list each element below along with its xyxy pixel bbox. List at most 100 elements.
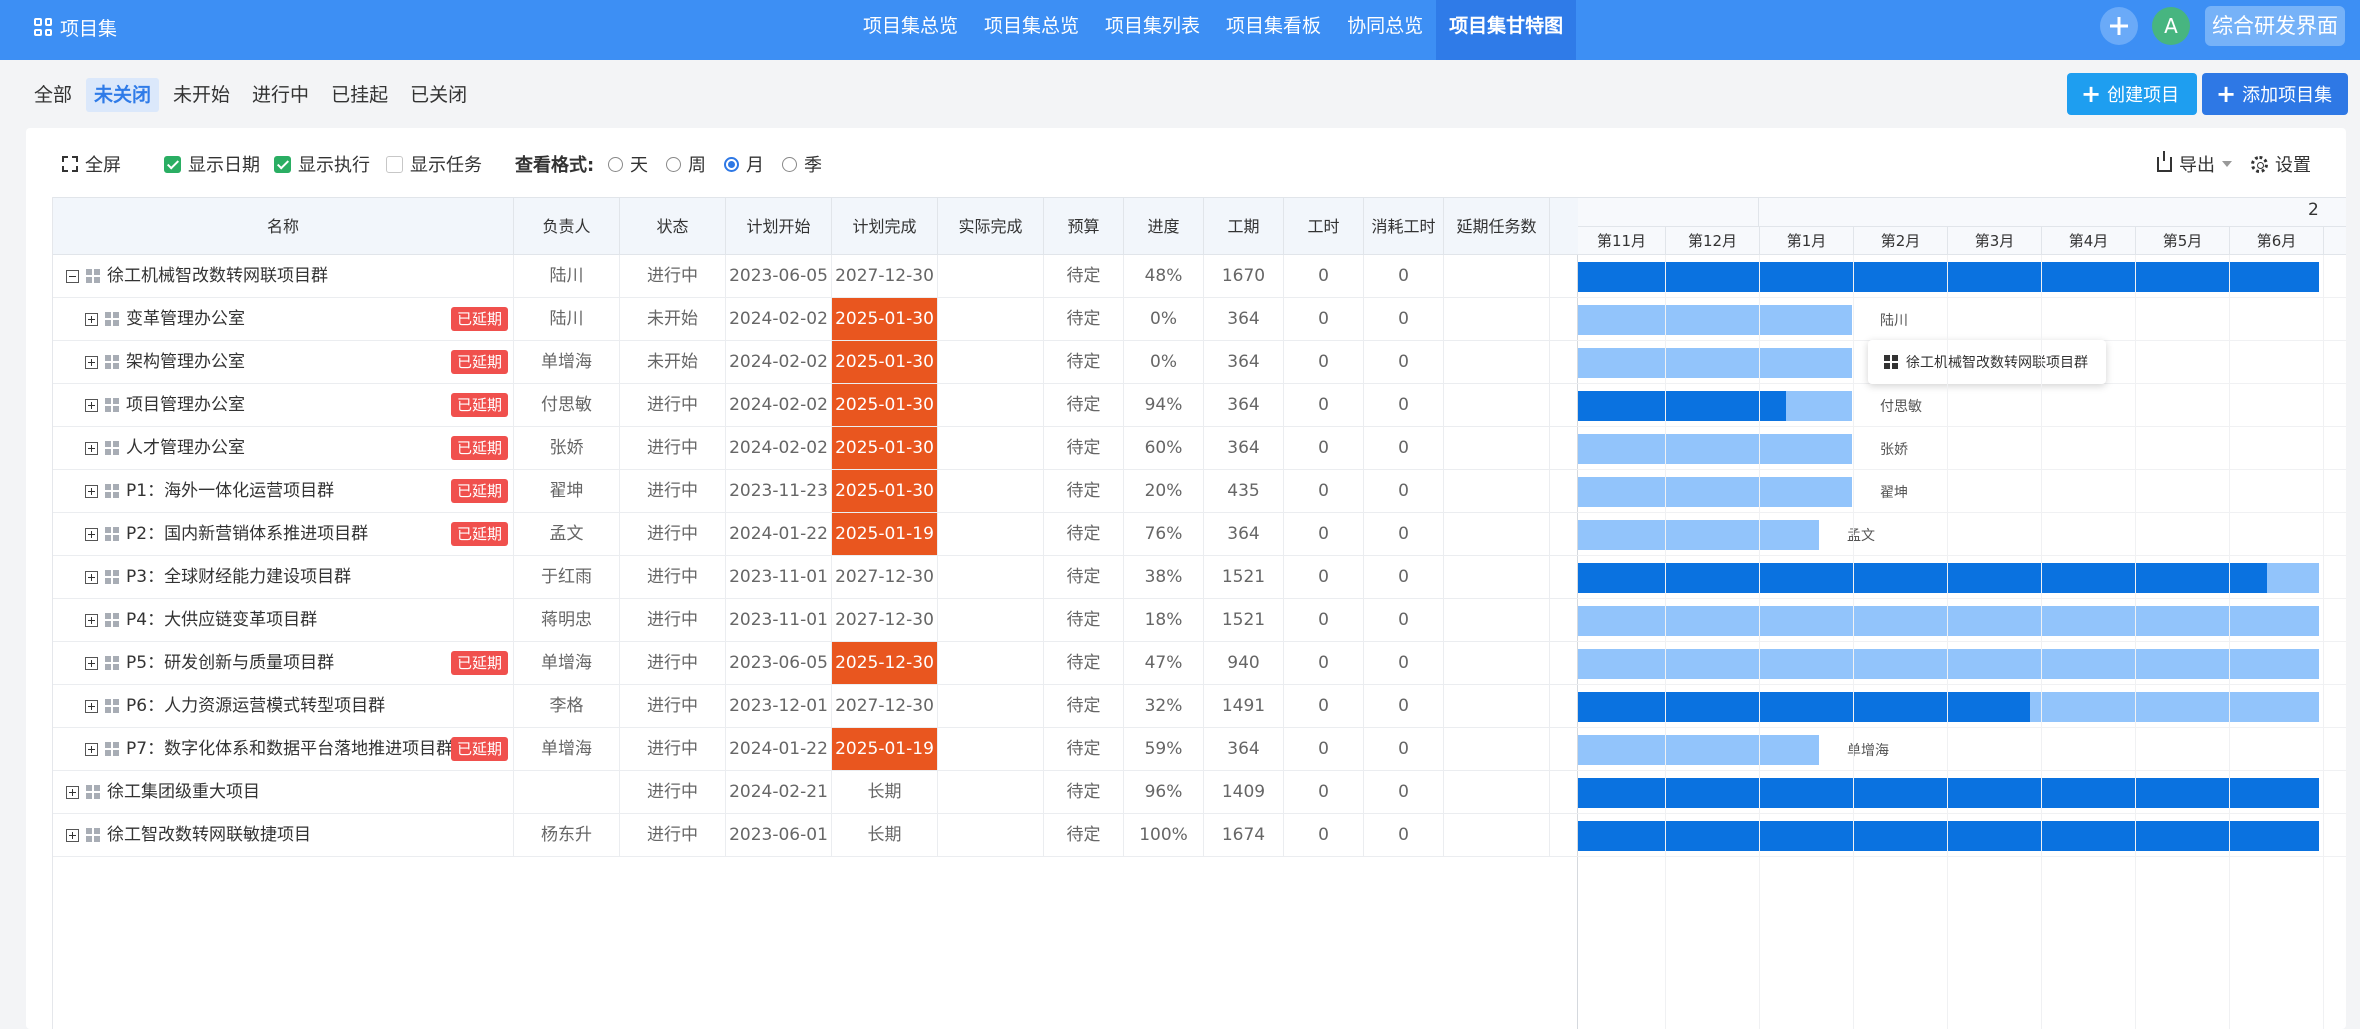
project-name-cell[interactable]: P2：国内新营销体系推进项目群 已延期 xyxy=(53,513,514,555)
view-month-radio[interactable]: 月 xyxy=(724,150,764,178)
nav-item[interactable]: 项目集看板 xyxy=(1213,0,1334,60)
column-header[interactable]: 计划完成 xyxy=(832,198,938,255)
project-name[interactable]: 项目管理办公室 xyxy=(126,384,245,426)
table-row[interactable]: P2：国内新营销体系推进项目群 已延期 孟文 进行中 2024-01-22 2025-01… xyxy=(53,513,1579,556)
table-row[interactable]: 徐工集团级重大项目 进行中 2024-02-21 长期 待定 96% 1409 0 0 xyxy=(53,771,1579,814)
show-exec-checkbox[interactable]: 显示执行 xyxy=(274,150,370,178)
expand-icon[interactable] xyxy=(85,613,98,627)
project-name-cell[interactable]: 架构管理办公室 已延期 xyxy=(53,341,514,383)
column-header[interactable]: 实际完成 xyxy=(938,198,1044,255)
column-header[interactable]: 工期 xyxy=(1204,198,1284,255)
table-row[interactable]: 人才管理办公室 已延期 张娇 进行中 2024-02-02 2025-01-30 待定 60%… xyxy=(53,427,1579,470)
column-header[interactable]: 延期任务数 xyxy=(1444,198,1550,255)
gantt-bar[interactable] xyxy=(1578,434,1852,464)
create-project-button[interactable]: + 创建项目 xyxy=(2067,73,2197,115)
gantt-bar-progress[interactable] xyxy=(1578,778,2319,808)
project-name-cell[interactable]: 项目管理办公室 已延期 xyxy=(53,384,514,426)
project-name-cell[interactable]: 徐工机械智改数转网联项目群 xyxy=(53,255,514,297)
project-name[interactable]: 变革管理办公室 xyxy=(126,298,245,340)
add-project-set-button[interactable]: + 添加项目集 xyxy=(2202,73,2348,115)
project-name[interactable]: P2：国内新营销体系推进项目群 xyxy=(126,513,368,555)
quick-add-icon[interactable] xyxy=(2100,7,2138,45)
gantt-bar[interactable] xyxy=(1578,348,1852,378)
expand-icon[interactable] xyxy=(85,699,98,713)
brand[interactable]: 项目集 xyxy=(34,12,117,42)
table-row[interactable]: P1：海外一体化运营项目群 已延期 翟坤 进行中 2023-11-23 2025-01-3… xyxy=(53,470,1579,513)
table-row[interactable]: P5：研发创新与质量项目群 已延期 单增海 进行中 2023-06-05 2025-12-… xyxy=(53,642,1579,685)
expand-icon[interactable] xyxy=(85,441,98,455)
column-header[interactable]: 预算 xyxy=(1044,198,1124,255)
table-row[interactable]: 徐工智改数转网联敏捷项目 杨东升 进行中 2023-06-01 长期 待定 100% 1674… xyxy=(53,814,1579,857)
expand-icon[interactable] xyxy=(85,355,98,369)
avatar[interactable]: A xyxy=(2152,7,2190,45)
filter-tab[interactable]: 已关闭 xyxy=(402,78,475,112)
view-week-radio[interactable]: 周 xyxy=(666,150,706,178)
project-name-cell[interactable]: 变革管理办公室 已延期 xyxy=(53,298,514,340)
expand-icon[interactable] xyxy=(85,527,98,541)
filter-tab[interactable]: 进行中 xyxy=(244,78,317,112)
nav-item[interactable]: 项目集总览 xyxy=(971,0,1092,60)
project-name[interactable]: 徐工智改数转网联敏捷项目 xyxy=(107,814,311,856)
project-name[interactable]: 人才管理办公室 xyxy=(126,427,245,469)
show-task-checkbox[interactable]: 显示任务 xyxy=(386,150,482,178)
gantt-bar-progress[interactable] xyxy=(1578,563,2267,593)
filter-tab[interactable]: 全部 xyxy=(26,78,80,112)
table-row[interactable]: 项目管理办公室 已延期 付思敏 进行中 2024-02-02 2025-01-30 待定 94… xyxy=(53,384,1579,427)
expand-icon[interactable] xyxy=(85,570,98,584)
gantt-bar-progress[interactable] xyxy=(1578,262,2319,292)
table-row[interactable]: 变革管理办公室 已延期 陆川 未开始 2024-02-02 2025-01-30 待定 0% 3… xyxy=(53,298,1579,341)
table-row[interactable]: P4：大供应链变革项目群 蒋明忠 进行中 2023-11-01 2027-12-30 待定… xyxy=(53,599,1579,642)
project-name[interactable]: P1：海外一体化运营项目群 xyxy=(126,470,334,512)
nav-item[interactable]: 协同总览 xyxy=(1334,0,1436,60)
switch-interface-button[interactable]: 综合研发界面 xyxy=(2205,6,2345,46)
project-name-cell[interactable]: 徐工集团级重大项目 xyxy=(53,771,514,813)
project-name[interactable]: 徐工集团级重大项目 xyxy=(107,771,260,813)
expand-icon[interactable] xyxy=(66,828,79,842)
export-button[interactable]: 导出 xyxy=(2157,150,2232,178)
gantt-bar-progress[interactable] xyxy=(1578,821,2319,851)
project-name[interactable]: P6：人力资源运营模式转型项目群 xyxy=(126,685,385,727)
gantt-bar[interactable] xyxy=(1578,606,2319,636)
column-header[interactable]: 状态 xyxy=(620,198,726,255)
view-season-radio[interactable]: 季 xyxy=(782,150,822,178)
column-header[interactable]: 计划开始 xyxy=(726,198,832,255)
gantt-bar[interactable] xyxy=(1578,735,1819,765)
table-row[interactable]: P6：人力资源运营模式转型项目群 李格 进行中 2023-12-01 2027-12-3… xyxy=(53,685,1579,728)
table-row[interactable]: P7：数字化体系和数据平台落地推进项目群 已延期 单增海 进行中 2024-01-22 2… xyxy=(53,728,1579,771)
filter-tab[interactable]: 已挂起 xyxy=(323,78,396,112)
settings-button[interactable]: 设置 xyxy=(2251,150,2311,178)
column-header[interactable]: 名称 xyxy=(53,198,514,255)
project-name-cell[interactable]: P1：海外一体化运营项目群 已延期 xyxy=(53,470,514,512)
project-name[interactable]: 架构管理办公室 xyxy=(126,341,245,383)
filter-tab[interactable]: 未开始 xyxy=(165,78,238,112)
expand-icon[interactable] xyxy=(85,398,98,412)
collapse-icon[interactable] xyxy=(66,269,79,283)
nav-item[interactable]: 项目集总览 xyxy=(850,0,971,60)
filter-tab[interactable]: 未关闭 xyxy=(86,78,160,112)
project-name-cell[interactable]: P7：数字化体系和数据平台落地推进项目群 已延期 xyxy=(53,728,514,770)
project-name-cell[interactable]: P3：全球财经能力建设项目群 xyxy=(53,556,514,598)
project-name[interactable]: 徐工机械智改数转网联项目群 xyxy=(107,255,328,297)
project-name[interactable]: P4：大供应链变革项目群 xyxy=(126,599,317,641)
project-name-cell[interactable]: P4：大供应链变革项目群 xyxy=(53,599,514,641)
view-day-radio[interactable]: 天 xyxy=(608,150,648,178)
table-row[interactable]: P3：全球财经能力建设项目群 于红雨 进行中 2023-11-01 2027-12-30… xyxy=(53,556,1579,599)
nav-item[interactable]: 项目集列表 xyxy=(1092,0,1213,60)
expand-icon[interactable] xyxy=(85,312,98,326)
project-name[interactable]: P3：全球财经能力建设项目群 xyxy=(126,556,351,598)
nav-item[interactable]: 项目集甘特图 xyxy=(1436,0,1577,60)
project-name-cell[interactable]: P6：人力资源运营模式转型项目群 xyxy=(53,685,514,727)
table-row[interactable]: 徐工机械智改数转网联项目群 陆川 进行中 2023-06-05 2027-12-30 待定… xyxy=(53,255,1579,298)
column-header[interactable]: 消耗工时 xyxy=(1364,198,1444,255)
project-name-cell[interactable]: P5：研发创新与质量项目群 已延期 xyxy=(53,642,514,684)
gantt-bar-progress[interactable] xyxy=(1578,692,2030,722)
gantt-bar[interactable] xyxy=(1578,305,1852,335)
gantt-bar[interactable] xyxy=(1578,649,2319,679)
show-date-checkbox[interactable]: 显示日期 xyxy=(164,150,260,178)
project-name[interactable]: P5：研发创新与质量项目群 xyxy=(126,642,334,684)
fullscreen-button[interactable]: 全屏 xyxy=(62,150,121,178)
expand-icon[interactable] xyxy=(85,484,98,498)
expand-icon[interactable] xyxy=(66,785,79,799)
expand-icon[interactable] xyxy=(85,656,98,670)
gantt-bar-progress[interactable] xyxy=(1578,391,1786,421)
